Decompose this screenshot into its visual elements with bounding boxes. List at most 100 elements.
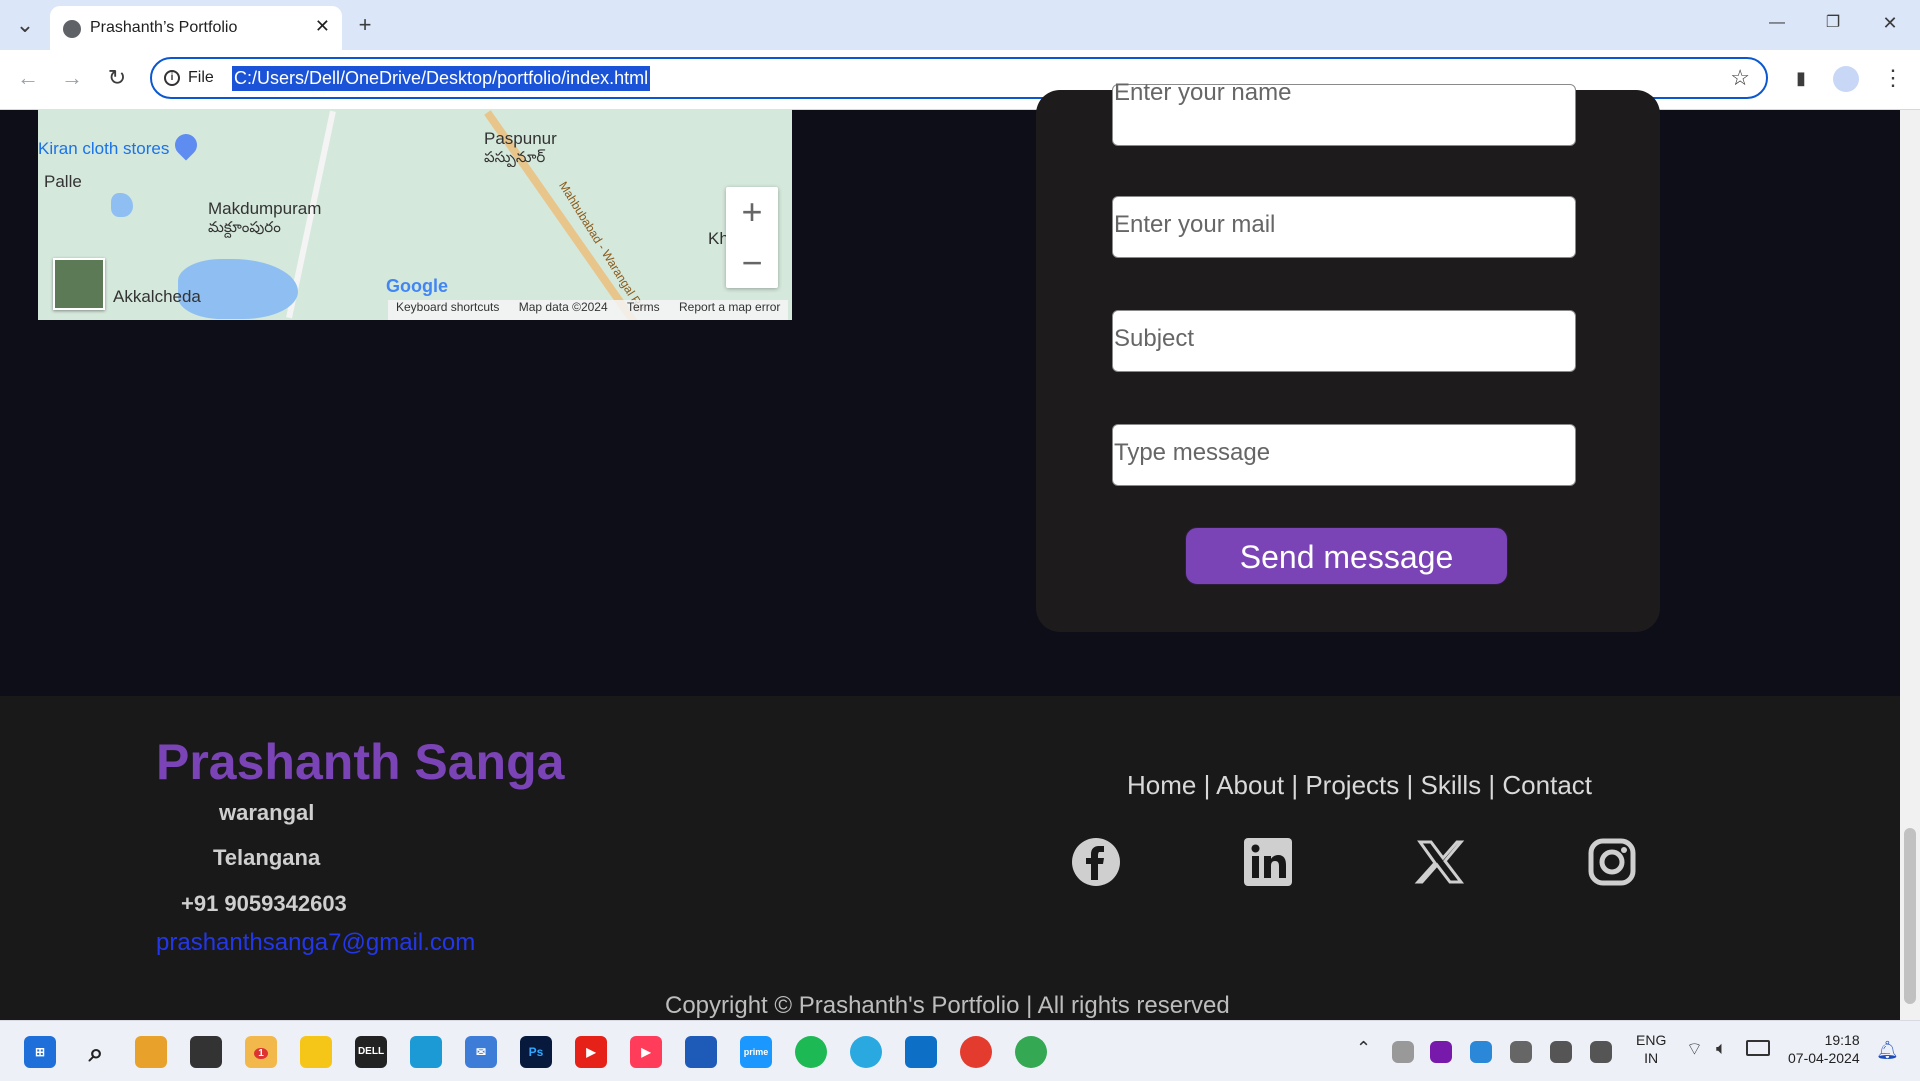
minimize-button[interactable]: — xyxy=(1762,8,1792,38)
tray-app-icon[interactable] xyxy=(1392,1041,1414,1063)
edge-icon[interactable] xyxy=(410,1036,442,1068)
nav-projects[interactable]: Projects xyxy=(1305,770,1399,800)
language-code: ENG xyxy=(1636,1032,1667,1048)
instagram-icon[interactable] xyxy=(1586,836,1638,888)
weather-icon[interactable]: 1 xyxy=(245,1036,277,1068)
side-panel-icon[interactable]: ▮ xyxy=(1786,63,1816,93)
dell-icon[interactable]: DELL xyxy=(355,1036,387,1068)
copyright-text: Copyright © Prashanth's Portfolio | All … xyxy=(665,992,1230,1019)
vscode-icon[interactable] xyxy=(905,1036,937,1068)
photoshop-icon[interactable]: Ps xyxy=(520,1036,552,1068)
phone-number: +91 9059342603 xyxy=(181,891,347,916)
keyboard-shortcuts-link[interactable]: Keyboard shortcuts xyxy=(396,300,499,314)
map-label-paspunur: Paspunur xyxy=(484,129,557,148)
globe-icon xyxy=(63,20,81,38)
map-label-road: Mahbubabad - Warangal Rd xyxy=(556,179,648,314)
map-zoom-control: + − xyxy=(726,187,778,288)
app-icon[interactable] xyxy=(850,1036,882,1068)
footer-name: Prashanth Sanga xyxy=(156,734,565,790)
linkedin-icon[interactable] xyxy=(1242,836,1294,888)
name-input[interactable]: Enter your name xyxy=(1112,79,1576,146)
nav-skills[interactable]: Skills xyxy=(1421,770,1482,800)
clock-date: 07-04-2024 xyxy=(1788,1050,1860,1066)
media-player-icon[interactable]: ▶ xyxy=(630,1036,662,1068)
quick-assist-icon[interactable] xyxy=(685,1036,717,1068)
chrome-profile-icon[interactable] xyxy=(1015,1036,1047,1068)
tab-close-icon[interactable]: ✕ xyxy=(315,16,330,37)
onedrive-icon[interactable] xyxy=(1510,1041,1532,1063)
map-label-kiran: Kiran cloth stores xyxy=(38,139,170,158)
copilot-icon[interactable] xyxy=(135,1036,167,1068)
search-icon[interactable]: ⌕ xyxy=(80,1036,112,1068)
tray-overflow-icon[interactable]: ⌃ xyxy=(1356,1038,1371,1059)
notification-badge: 1 xyxy=(254,1048,268,1059)
map-attribution: Keyboard shortcuts Map data ©2024 Terms … xyxy=(388,300,789,320)
language-indicator[interactable]: ENG IN xyxy=(1636,1031,1666,1067)
back-icon[interactable]: ← xyxy=(13,63,43,93)
forward-icon[interactable]: → xyxy=(57,63,87,93)
map-label-paspunur-te: పస్పునూర్ xyxy=(484,149,546,166)
file-explorer-icon[interactable] xyxy=(300,1036,332,1068)
email-placeholder: Enter your mail xyxy=(1114,211,1276,238)
google-logo: Google xyxy=(386,276,448,296)
facebook-icon[interactable] xyxy=(1070,836,1122,888)
profile-avatar[interactable] xyxy=(1833,66,1859,92)
shop-pin-icon[interactable] xyxy=(170,129,202,161)
nav-about[interactable]: About xyxy=(1216,770,1284,800)
window-close-button[interactable]: ✕ xyxy=(1875,8,1905,38)
display-icon[interactable] xyxy=(1590,1041,1612,1063)
onenote-icon[interactable] xyxy=(1430,1041,1452,1063)
bookmark-star-icon[interactable]: ☆ xyxy=(1730,65,1750,91)
email-input[interactable]: Enter your mail xyxy=(1112,196,1576,258)
wifi-icon[interactable]: ⌔ xyxy=(1686,1038,1703,1061)
message-placeholder: Type message xyxy=(1114,439,1271,466)
info-icon[interactable]: i xyxy=(164,70,180,86)
send-message-button[interactable]: Send message xyxy=(1185,527,1508,585)
report-map-error-link[interactable]: Report a map error xyxy=(679,300,780,314)
tab-title: Prashanth’s Portfolio xyxy=(90,19,238,36)
map-pond xyxy=(111,193,133,217)
nav-separator: | xyxy=(1488,770,1496,800)
nav-separator: | xyxy=(1406,770,1414,800)
battery-icon[interactable] xyxy=(1746,1040,1770,1056)
name-placeholder: Enter your name xyxy=(1114,79,1292,106)
clock[interactable]: 19:18 07-04-2024 xyxy=(1788,1031,1860,1067)
nav-contact[interactable]: Contact xyxy=(1502,770,1592,800)
satellite-layer-button[interactable] xyxy=(53,258,105,310)
task-view-icon[interactable] xyxy=(190,1036,222,1068)
nav-home[interactable]: Home xyxy=(1127,770,1196,800)
windows-start-icon[interactable]: ⊞ xyxy=(24,1036,56,1068)
tab-active[interactable]: Prashanth’s Portfolio ✕ xyxy=(50,6,342,50)
security-icon[interactable] xyxy=(1470,1041,1492,1063)
notification-bell-icon[interactable]: 🔔︎ xyxy=(1876,1040,1899,1061)
subject-placeholder: Subject xyxy=(1114,325,1195,352)
zoom-out-button[interactable]: − xyxy=(726,238,778,288)
new-tab-button[interactable]: + xyxy=(350,10,380,40)
keyboard-icon[interactable] xyxy=(1550,1041,1572,1063)
scheme-chip[interactable]: File xyxy=(188,69,214,87)
terms-link[interactable]: Terms xyxy=(627,300,660,314)
scrollbar-thumb[interactable] xyxy=(1904,828,1916,1004)
mail-icon[interactable]: ✉ xyxy=(465,1036,497,1068)
url-text[interactable]: C:/Users/Dell/OneDrive/Desktop/portfolio… xyxy=(232,66,651,91)
address-city: warangal xyxy=(219,800,315,825)
prime-video-icon[interactable]: prime xyxy=(740,1036,772,1068)
volume-icon[interactable]: 🔈︎ xyxy=(1716,1038,1727,1059)
tab-search-icon[interactable]: ⌄ xyxy=(10,10,40,40)
x-icon[interactable] xyxy=(1414,836,1466,888)
embedded-map[interactable]: Kiran cloth stores Palle Makdumpuram మక్… xyxy=(38,109,792,320)
nav-separator: | xyxy=(1291,770,1299,800)
subject-input[interactable]: Subject xyxy=(1112,310,1576,372)
message-input[interactable]: Type message xyxy=(1112,424,1576,486)
spotify-icon[interactable] xyxy=(795,1036,827,1068)
restore-button[interactable]: ❐ xyxy=(1818,8,1848,38)
youtube-icon[interactable]: ▶ xyxy=(575,1036,607,1068)
region-code: IN xyxy=(1644,1050,1659,1066)
zoom-in-button[interactable]: + xyxy=(726,187,778,237)
footer-nav: Home | About | Projects | Skills | Conta… xyxy=(1127,770,1592,801)
map-label-makdumpuram-te: మక్దూంపురం xyxy=(208,219,281,236)
reload-icon[interactable]: ↻ xyxy=(102,63,132,93)
email-link[interactable]: prashanthsanga7@gmail.com xyxy=(156,929,475,957)
chrome-icon[interactable] xyxy=(960,1036,992,1068)
menu-kebab-icon[interactable]: ⋮ xyxy=(1878,63,1908,93)
